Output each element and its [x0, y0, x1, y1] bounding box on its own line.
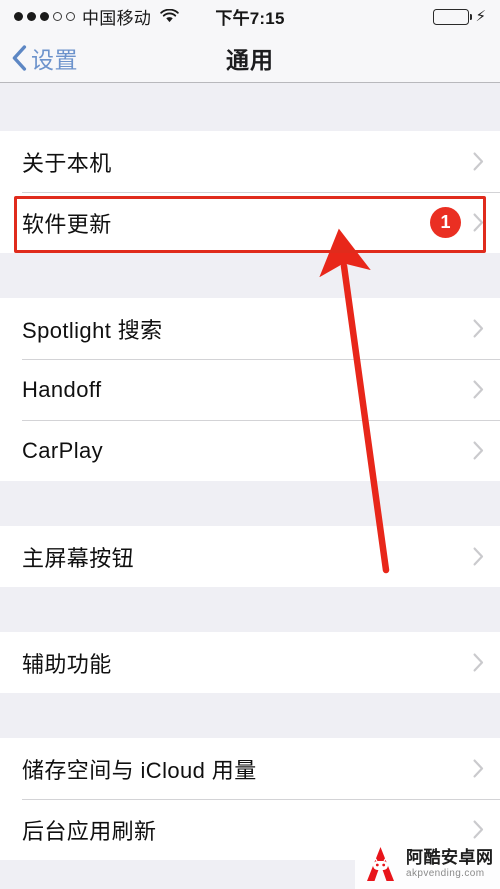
- signal-dot-1: [14, 12, 23, 21]
- battery-icon: [433, 8, 473, 25]
- chevron-right-icon: [473, 380, 484, 399]
- group-spacer: [0, 253, 500, 298]
- chevron-right-icon: [473, 547, 484, 566]
- watermark-title: 阿酷安卓网: [406, 848, 494, 867]
- list-item-accessory: [473, 653, 484, 672]
- watermark: 阿酷安卓网 akpvending.com: [355, 839, 500, 889]
- chevron-right-icon: [473, 759, 484, 778]
- list-item[interactable]: 关于本机: [0, 131, 500, 192]
- list-item[interactable]: 辅助功能: [0, 632, 500, 693]
- chevron-right-icon: [473, 441, 484, 460]
- chevron-right-icon: [473, 653, 484, 672]
- status-bar: 中国移动 下午7:15 ⚡: [0, 0, 500, 33]
- list-item-accessory: [473, 319, 484, 338]
- lightning-bolt-icon: ⚡: [475, 8, 486, 25]
- signal-dot-3: [40, 12, 49, 21]
- watermark-subtitle: akpvending.com: [406, 868, 485, 879]
- list-item-accessory: [473, 380, 484, 399]
- watermark-text: 阿酷安卓网 akpvending.com: [406, 849, 494, 879]
- list-item-label: 关于本机: [22, 150, 112, 176]
- list-item-accessory: [473, 152, 484, 171]
- list-item-label: CarPlay: [22, 437, 104, 463]
- list-item-accessory: [473, 759, 484, 778]
- phone-screen: 中国移动 下午7:15 ⚡ 设置 通用 关于本机 软件更新 1 Spotligh…: [0, 0, 500, 889]
- clock-label: 下午7:15: [215, 9, 285, 28]
- list-item[interactable]: 主屏幕按钮: [0, 526, 500, 587]
- status-bar-left: 中国移动: [14, 4, 179, 29]
- android-robot-a-logo-icon: [361, 845, 401, 883]
- group-spacer: [0, 84, 500, 131]
- chevron-right-icon: [473, 319, 484, 338]
- list-item-label: Spotlight 搜索: [22, 317, 163, 343]
- list-item[interactable]: 储存空间与 iCloud 用量: [0, 738, 500, 799]
- chevron-right-icon: [473, 820, 484, 839]
- list-item[interactable]: Handoff: [0, 359, 500, 420]
- list-item-accessory: [473, 547, 484, 566]
- group-spacer: [0, 587, 500, 632]
- list-item[interactable]: CarPlay: [0, 420, 500, 481]
- wifi-icon: [160, 9, 179, 24]
- signal-dot-5: [66, 12, 75, 21]
- status-bar-right: ⚡: [433, 8, 486, 25]
- annotation-highlight-box: [14, 196, 486, 253]
- signal-dot-4: [53, 12, 62, 21]
- group-spacer: [0, 693, 500, 738]
- signal-dot-2: [27, 12, 36, 21]
- chevron-right-icon: [473, 152, 484, 171]
- signal-strength-dots: [14, 12, 75, 21]
- features-group: Spotlight 搜索 Handoff CarPlay: [0, 298, 500, 481]
- navigation-bar: 设置 通用: [0, 33, 500, 83]
- accessibility-group: 辅助功能: [0, 632, 500, 693]
- list-item-label: 辅助功能: [22, 651, 112, 677]
- list-item-accessory: [473, 820, 484, 839]
- carrier-label: 中国移动: [82, 9, 152, 28]
- list-item[interactable]: Spotlight 搜索: [0, 298, 500, 359]
- page-title: 通用: [226, 47, 274, 73]
- list-item-label: 储存空间与 iCloud 用量: [22, 757, 257, 783]
- list-item-label: Handoff: [22, 376, 102, 402]
- group-spacer: [0, 481, 500, 526]
- home-button-group: 主屏幕按钮: [0, 526, 500, 587]
- list-item-label: 主屏幕按钮: [22, 545, 135, 571]
- list-item-accessory: [473, 441, 484, 460]
